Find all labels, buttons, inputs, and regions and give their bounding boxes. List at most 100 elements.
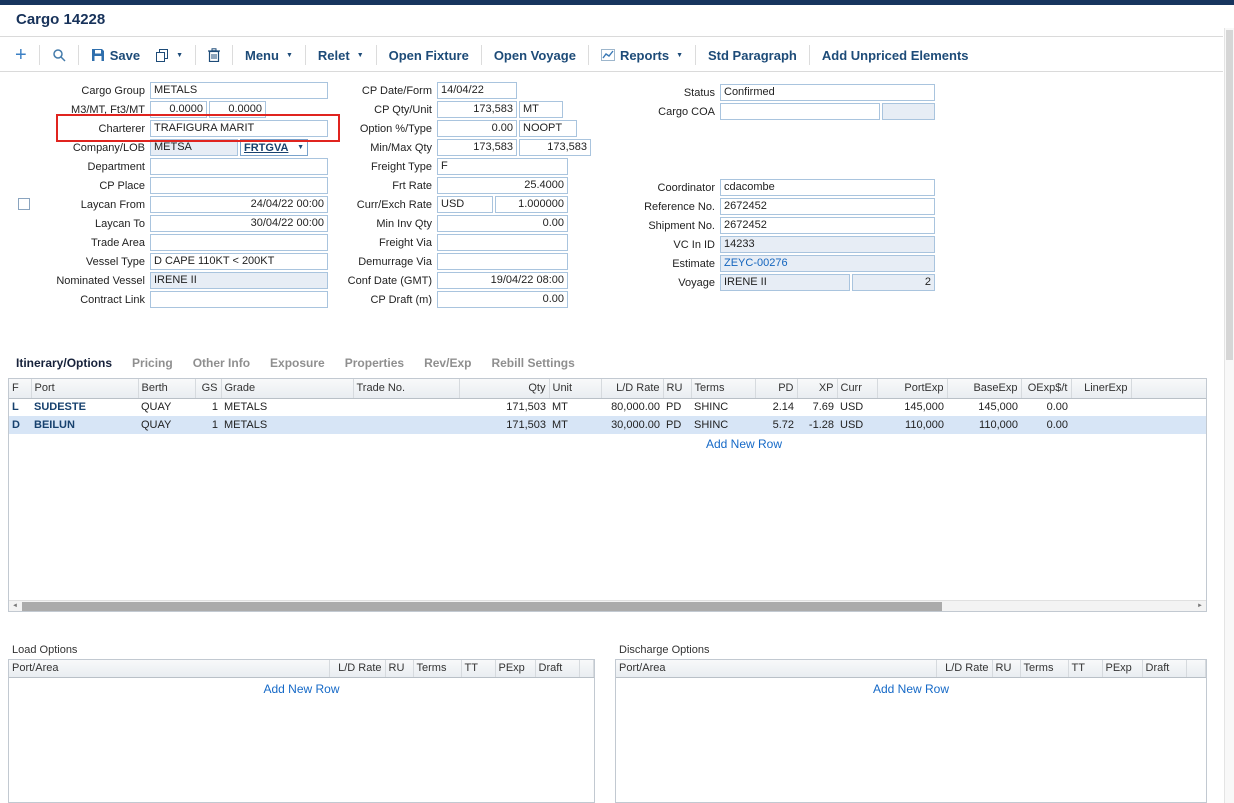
cell-linerexp[interactable]: [1071, 416, 1131, 434]
cell-berth[interactable]: QUAY: [138, 416, 195, 434]
col-header-terms[interactable]: Terms: [413, 660, 461, 677]
cell-ru[interactable]: PD: [663, 416, 691, 434]
search-button[interactable]: [49, 46, 69, 64]
col-header-berth[interactable]: Berth: [138, 379, 195, 398]
cp-place-field[interactable]: [150, 177, 328, 194]
cell-qty[interactable]: 171,503: [459, 398, 549, 416]
tab-rebill-settings[interactable]: Rebill Settings: [491, 356, 574, 370]
cell-gs[interactable]: 1: [195, 398, 221, 416]
cell-terms[interactable]: SHINC: [691, 416, 755, 434]
reference-no-field[interactable]: 2672452: [720, 198, 935, 215]
department-field[interactable]: [150, 158, 328, 175]
conf-date-field[interactable]: 19/04/22 08:00: [437, 272, 568, 289]
scrollbar-thumb[interactable]: [22, 602, 942, 611]
cp-draft-field[interactable]: 0.00: [437, 291, 568, 308]
curr-field[interactable]: USD: [437, 196, 493, 213]
min-qty-field[interactable]: 173,583: [437, 139, 517, 156]
cell-linerexp[interactable]: [1071, 398, 1131, 416]
cell-trade-no[interactable]: [353, 398, 459, 416]
charterer-field[interactable]: TRAFIGURA MARIT: [150, 120, 328, 137]
cell-baseexp[interactable]: 145,000: [947, 398, 1021, 416]
tab-pricing[interactable]: Pricing: [132, 356, 173, 370]
cell-grade[interactable]: METALS: [221, 398, 353, 416]
cell-unit[interactable]: MT: [549, 416, 601, 434]
cell-qty[interactable]: 171,503: [459, 416, 549, 434]
col-header-xp[interactable]: XP: [797, 379, 837, 398]
tab-other-info[interactable]: Other Info: [193, 356, 250, 370]
tab-properties[interactable]: Properties: [345, 356, 404, 370]
scroll-left-icon[interactable]: ◄: [9, 601, 21, 612]
col-header-trade-no[interactable]: Trade No.: [353, 379, 459, 398]
cell-f[interactable]: D: [9, 416, 31, 434]
col-header-port-area[interactable]: Port/Area: [9, 660, 329, 677]
cell-curr[interactable]: USD: [837, 416, 877, 434]
col-header-ru[interactable]: RU: [992, 660, 1020, 677]
m3mt-field-2[interactable]: 0.0000: [209, 101, 266, 118]
cell-oexp[interactable]: 0.00: [1021, 398, 1071, 416]
m3mt-field-1[interactable]: 0.0000: [150, 101, 207, 118]
std-paragraph-button[interactable]: Std Paragraph: [705, 46, 800, 65]
option-type-field[interactable]: NOOPT: [519, 120, 577, 137]
open-voyage-button[interactable]: Open Voyage: [491, 46, 579, 65]
cargo-coa-field-2[interactable]: [882, 103, 935, 120]
frt-rate-field[interactable]: 25.4000: [437, 177, 568, 194]
cell-gs[interactable]: 1: [195, 416, 221, 434]
horizontal-scrollbar[interactable]: ◄ ►: [9, 600, 1206, 611]
laycan-from-checkbox[interactable]: [18, 198, 30, 210]
cell-trade-no[interactable]: [353, 416, 459, 434]
col-header-ru[interactable]: RU: [385, 660, 413, 677]
add-new-row-link[interactable]: Add New Row: [9, 682, 594, 696]
voyage-number-field[interactable]: 2: [852, 274, 935, 291]
cell-portexp[interactable]: 145,000: [877, 398, 947, 416]
col-header-ru[interactable]: RU: [663, 379, 691, 398]
shipment-no-field[interactable]: 2672452: [720, 217, 935, 234]
estimate-link[interactable]: ZEYC-00276: [720, 255, 935, 272]
col-header-pd[interactable]: PD: [755, 379, 797, 398]
col-header-grade[interactable]: Grade: [221, 379, 353, 398]
col-header-curr[interactable]: Curr: [837, 379, 877, 398]
cell-port[interactable]: BEILUN: [31, 416, 138, 434]
col-header-ld-rate[interactable]: L/D Rate: [936, 660, 992, 677]
col-header-pexp[interactable]: PExp: [1102, 660, 1142, 677]
table-row[interactable]: D BEILUN QUAY 1 METALS 171,503 MT 30,000…: [9, 416, 1207, 434]
col-header-port-area[interactable]: Port/Area: [616, 660, 936, 677]
reports-button[interactable]: Reports ▼: [598, 46, 686, 65]
coordinator-field[interactable]: cdacombe: [720, 179, 935, 196]
scrollbar-thumb[interactable]: [1226, 30, 1233, 360]
cell-portexp[interactable]: 110,000: [877, 416, 947, 434]
add-new-row-link[interactable]: Add New Row: [616, 682, 1206, 696]
tab-rev-exp[interactable]: Rev/Exp: [424, 356, 471, 370]
voyage-vessel-field[interactable]: IRENE II: [720, 274, 850, 291]
trade-area-field[interactable]: [150, 234, 328, 251]
lob-dropdown[interactable]: FRTGVA ▼: [240, 139, 308, 156]
tab-exposure[interactable]: Exposure: [270, 356, 325, 370]
copy-dropdown-button[interactable]: ▼: [152, 46, 186, 64]
freight-type-field[interactable]: F: [437, 158, 568, 175]
col-header-qty[interactable]: Qty: [459, 379, 549, 398]
cell-pd[interactable]: 5.72: [755, 416, 797, 434]
contract-link-field[interactable]: [150, 291, 328, 308]
nominated-vessel-field[interactable]: IRENE II: [150, 272, 328, 289]
cell-grade[interactable]: METALS: [221, 416, 353, 434]
menu-button[interactable]: Menu ▼: [242, 46, 296, 65]
open-fixture-button[interactable]: Open Fixture: [386, 46, 472, 65]
cell-f[interactable]: L: [9, 398, 31, 416]
delete-button[interactable]: [205, 46, 223, 64]
cell-ld-rate[interactable]: 30,000.00: [601, 416, 663, 434]
col-header-terms[interactable]: Terms: [691, 379, 755, 398]
laycan-from-field[interactable]: 24/04/22 00:00: [150, 196, 328, 213]
save-button[interactable]: Save: [88, 46, 143, 65]
cell-unit[interactable]: MT: [549, 398, 601, 416]
cp-date-field[interactable]: 14/04/22: [437, 82, 517, 99]
cp-unit-field[interactable]: MT: [519, 101, 563, 118]
col-header-tt[interactable]: TT: [461, 660, 495, 677]
exch-rate-field[interactable]: 1.000000: [495, 196, 568, 213]
new-button[interactable]: +: [12, 45, 30, 65]
col-header-baseexp[interactable]: BaseExp: [947, 379, 1021, 398]
col-header-terms[interactable]: Terms: [1020, 660, 1068, 677]
vc-in-id-field[interactable]: 14233: [720, 236, 935, 253]
col-header-pexp[interactable]: PExp: [495, 660, 535, 677]
col-header-draft[interactable]: Draft: [535, 660, 579, 677]
cargo-coa-field-1[interactable]: [720, 103, 880, 120]
col-header-ld-rate[interactable]: L/D Rate: [601, 379, 663, 398]
